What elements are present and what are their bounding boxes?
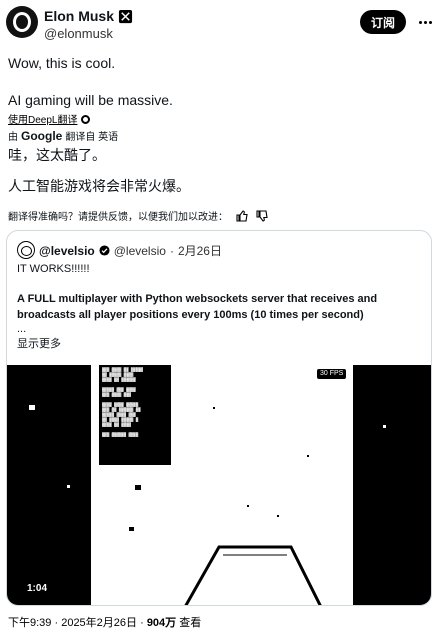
- show-more-link[interactable]: 显示更多: [17, 337, 61, 352]
- thumbs-down-icon[interactable]: [256, 209, 268, 222]
- quoted-text-line-2: A FULL multiplayer with Python websocket…: [17, 293, 378, 305]
- video-left-panel: [7, 365, 91, 605]
- translated-line-2: 人工智能游戏将会非常火爆。: [8, 178, 190, 194]
- author-handle[interactable]: @elonmusk: [44, 26, 113, 41]
- translation-feedback: 翻译得准确吗？请提供反馈，以便我们加以改进：: [8, 208, 268, 223]
- quoted-text-ellipsis: ...: [17, 323, 27, 335]
- road-shape: [184, 545, 322, 605]
- dot-separator: ·: [169, 243, 174, 258]
- quoted-text-line-1: IT WORKS!!!!!!: [17, 263, 90, 275]
- author-name-row: Elon Musk: [44, 8, 133, 24]
- translated-line-1: 哇，这太酷了。: [8, 147, 106, 163]
- quoted-display-name[interactable]: @levelsio: [39, 244, 95, 258]
- post-text-line-1: Wow, this is cool.: [8, 55, 116, 71]
- post-metadata: 下午9:39 · 2025年2月26日 · 904万 查看: [8, 617, 202, 629]
- post-date[interactable]: 2025年2月26日: [61, 617, 137, 629]
- verified-badge-icon: [118, 9, 133, 23]
- author-display-name[interactable]: Elon Musk: [44, 8, 114, 24]
- views-label: 查看: [179, 617, 202, 629]
- video-player[interactable]: ▓▓▓ ▓▓▓▓ ▓▓ ▓▓▓▓▓ ▓▓ ▓▓▓▓▓ ▓▓▓▓ ▓▓▓▓ ▓▓ …: [7, 365, 431, 605]
- post-time[interactable]: 下午9:39: [8, 617, 51, 629]
- more-icon[interactable]: [414, 10, 436, 34]
- quoted-date[interactable]: 2月26日: [178, 242, 222, 259]
- quoted-post[interactable]: @levelsio @levelsio · 2月26日 IT WORKS!!!!…: [6, 230, 432, 606]
- post-header: Elon Musk @elonmusk 订阅: [0, 0, 440, 48]
- game-debug-overlay: ▓▓▓ ▓▓▓▓ ▓▓ ▓▓▓▓▓ ▓▓ ▓▓▓▓▓ ▓▓▓▓ ▓▓▓▓ ▓▓ …: [99, 365, 171, 465]
- translated-by: 由 Google 翻译自 英语: [8, 128, 119, 144]
- fps-counter: 30 FPS: [317, 369, 347, 379]
- deepl-translate-link[interactable]: 使用DeepL翻译: [8, 111, 91, 126]
- feedback-prompt: 翻译得准确吗？请提供反馈，以便我们加以改进：: [8, 212, 228, 223]
- translated-by-prefix: 由: [8, 132, 18, 143]
- subscribe-button[interactable]: 订阅: [360, 10, 406, 34]
- quoted-author-avatar[interactable]: [17, 241, 35, 259]
- author-avatar[interactable]: [6, 6, 38, 38]
- post-text-line-2: AI gaming will be massive.: [8, 92, 173, 108]
- view-count: 904万: [146, 617, 177, 629]
- quoted-handle[interactable]: @levelsio: [114, 244, 166, 258]
- verified-badge-icon: [99, 245, 110, 256]
- translated-by-suffix: 翻译自 英语: [65, 132, 119, 143]
- thumbs-up-icon[interactable]: [236, 209, 248, 222]
- settings-icon[interactable]: [81, 115, 91, 124]
- video-right-panel: [353, 365, 431, 605]
- quoted-post-header: @levelsio @levelsio · 2月26日: [39, 242, 222, 259]
- quoted-text-line-3: broadcasts all player positions every 10…: [17, 309, 364, 321]
- google-logo: Google: [21, 128, 63, 143]
- deepl-label[interactable]: 使用DeepL翻译: [8, 115, 77, 126]
- video-duration: 1:04: [23, 581, 52, 597]
